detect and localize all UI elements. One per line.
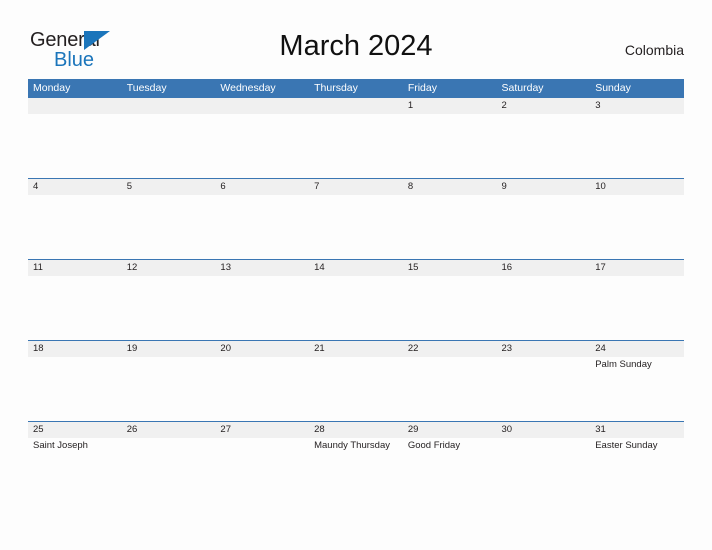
day-event xyxy=(28,357,122,420)
day-header-tuesday: Tuesday xyxy=(126,82,167,94)
day-event xyxy=(309,357,403,420)
day-number[interactable]: 19 xyxy=(122,341,216,357)
day-event xyxy=(28,276,122,339)
day-event xyxy=(497,195,591,258)
day-event: Maundy Thursday xyxy=(314,440,390,451)
day-header-monday: Monday xyxy=(33,82,71,94)
day-event xyxy=(309,114,403,177)
week-dates-band: 4 5 6 7 8 9 10 xyxy=(28,179,684,195)
week-dates-band: 25 26 27 28 29 30 31 xyxy=(28,422,684,438)
day-number[interactable]: 20 xyxy=(215,341,309,357)
week-dates-band: 11 12 13 14 15 16 17 xyxy=(28,260,684,276)
day-of-week-header-row: Monday Tuesday Wednesday Thursday Friday… xyxy=(28,79,684,97)
day-number[interactable]: 13 xyxy=(215,260,309,276)
day-header-thursday: Thursday xyxy=(314,82,358,94)
day-event xyxy=(497,276,591,339)
day-number[interactable]: 4 xyxy=(28,179,122,195)
day-number[interactable]: 10 xyxy=(590,179,684,195)
week-row: 25 26 27 28 29 30 31 Saint Joseph Maundy… xyxy=(28,421,684,502)
day-number[interactable]: 30 xyxy=(497,422,591,438)
day-number[interactable]: 28 xyxy=(309,422,403,438)
week-events-band: Palm Sunday xyxy=(28,357,684,420)
day-number[interactable]: 15 xyxy=(403,260,497,276)
day-event xyxy=(403,276,497,339)
day-number[interactable]: 21 xyxy=(309,341,403,357)
day-event xyxy=(497,114,591,177)
day-event xyxy=(122,438,216,501)
page-title: March 2024 xyxy=(279,30,433,62)
day-number[interactable]: 25 xyxy=(28,422,122,438)
week-row: 18 19 20 21 22 23 24 Palm Sunday xyxy=(28,340,684,421)
day-event xyxy=(122,195,216,258)
day-number[interactable]: 2 xyxy=(497,98,591,114)
day-event xyxy=(590,114,684,177)
day-event xyxy=(215,438,309,501)
day-number[interactable]: 31 xyxy=(590,422,684,438)
day-number[interactable] xyxy=(28,98,122,114)
day-event: Good Friday xyxy=(407,440,461,451)
country-label: Colombia xyxy=(624,42,684,58)
day-number[interactable]: 11 xyxy=(28,260,122,276)
day-number[interactable]: 12 xyxy=(122,260,216,276)
day-event xyxy=(497,438,591,501)
day-event xyxy=(122,276,216,339)
day-number[interactable]: 16 xyxy=(497,260,591,276)
day-number[interactable]: 9 xyxy=(497,179,591,195)
week-dates-band: 1 2 3 xyxy=(28,98,684,114)
day-number[interactable] xyxy=(309,98,403,114)
day-event: Saint Joseph xyxy=(33,440,88,451)
day-number[interactable]: 24 xyxy=(590,341,684,357)
day-event xyxy=(497,357,591,420)
day-event xyxy=(590,195,684,258)
week-events-band xyxy=(28,195,684,258)
day-event xyxy=(215,195,309,258)
week-row: 1 2 3 xyxy=(28,97,684,178)
day-event xyxy=(403,114,497,177)
week-row: 11 12 13 14 15 16 17 xyxy=(28,259,684,340)
day-event xyxy=(215,114,309,177)
day-number[interactable]: 8 xyxy=(403,179,497,195)
week-events-band: Saint Joseph Maundy Thursday Good Friday… xyxy=(28,438,684,501)
day-event: Palm Sunday xyxy=(595,359,652,370)
day-number[interactable]: 17 xyxy=(590,260,684,276)
day-event xyxy=(122,114,216,177)
day-number[interactable] xyxy=(122,98,216,114)
day-number[interactable] xyxy=(215,98,309,114)
day-event xyxy=(28,114,122,177)
day-event xyxy=(590,276,684,339)
day-number[interactable]: 1 xyxy=(403,98,497,114)
calendar-grid: Monday Tuesday Wednesday Thursday Friday… xyxy=(28,79,684,502)
day-event xyxy=(309,195,403,258)
day-number[interactable]: 14 xyxy=(309,260,403,276)
day-header-friday: Friday xyxy=(407,82,437,94)
day-header-sunday: Sunday xyxy=(595,82,631,94)
day-number[interactable]: 6 xyxy=(215,179,309,195)
day-number[interactable]: 23 xyxy=(497,341,591,357)
day-header-wednesday: Wednesday xyxy=(220,82,276,94)
day-number[interactable]: 22 xyxy=(403,341,497,357)
day-event: Easter Sunday xyxy=(595,440,658,451)
week-dates-band: 18 19 20 21 22 23 24 xyxy=(28,341,684,357)
week-row: 4 5 6 7 8 9 10 xyxy=(28,178,684,259)
day-event xyxy=(403,195,497,258)
day-number[interactable]: 29 xyxy=(403,422,497,438)
calendar-page: General Blue March 2024 Colombia Monday … xyxy=(0,0,712,550)
week-events-band xyxy=(28,276,684,339)
week-events-band xyxy=(28,114,684,177)
day-event xyxy=(309,276,403,339)
day-event xyxy=(28,195,122,258)
day-header-saturday: Saturday xyxy=(501,82,544,94)
day-number[interactable]: 3 xyxy=(590,98,684,114)
day-event xyxy=(215,276,309,339)
day-number[interactable]: 7 xyxy=(309,179,403,195)
day-number[interactable]: 27 xyxy=(215,422,309,438)
day-event xyxy=(403,357,497,420)
day-event xyxy=(122,357,216,420)
day-number[interactable]: 26 xyxy=(122,422,216,438)
day-number[interactable]: 5 xyxy=(122,179,216,195)
day-number[interactable]: 18 xyxy=(28,341,122,357)
page-header: General Blue March 2024 Colombia xyxy=(28,26,684,74)
day-event xyxy=(215,357,309,420)
